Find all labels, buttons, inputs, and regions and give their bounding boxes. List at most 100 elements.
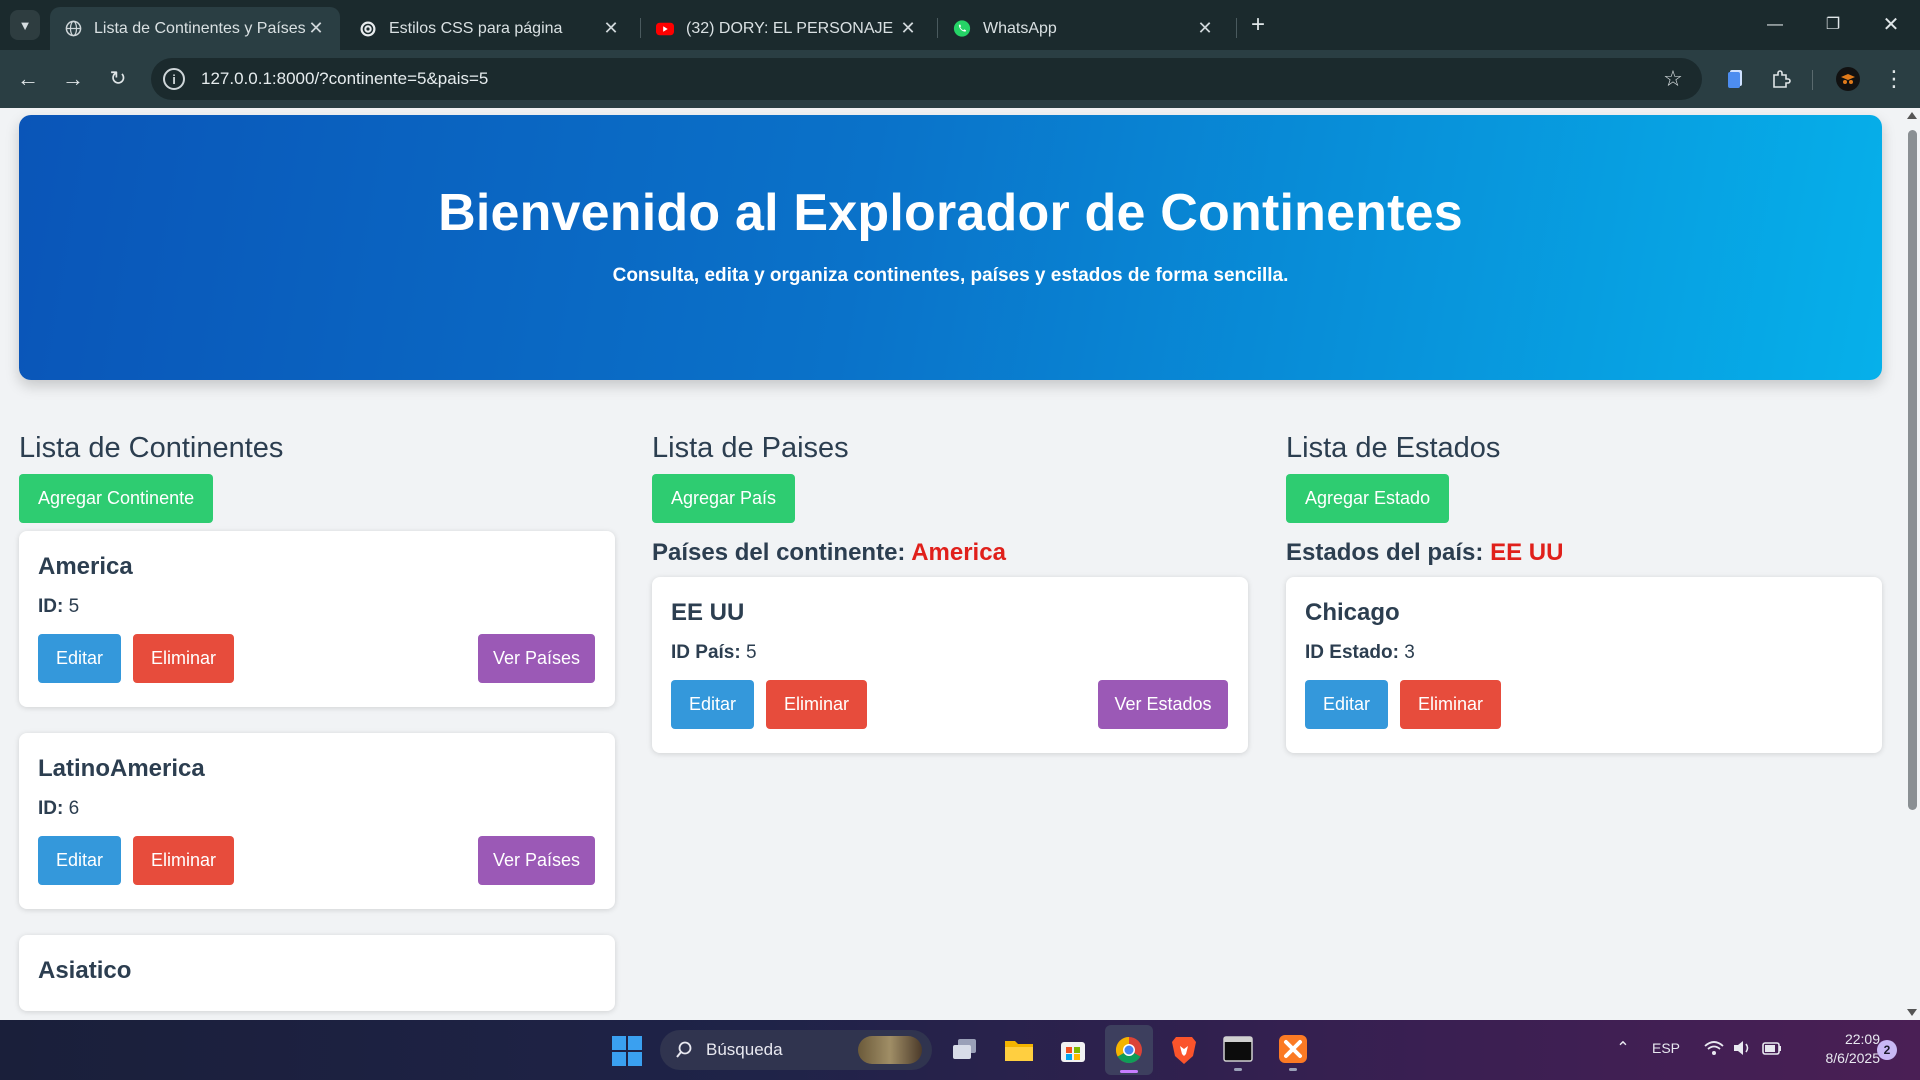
- active-app-indicator: [1120, 1070, 1138, 1073]
- delete-button[interactable]: Eliminar: [133, 836, 234, 885]
- page-scrollbar[interactable]: [1904, 108, 1920, 1020]
- back-arrow-icon[interactable]: ←: [13, 64, 43, 94]
- task-view-icon[interactable]: [950, 1036, 980, 1064]
- close-tab-icon[interactable]: ✕: [306, 18, 326, 39]
- app-indicator: [1289, 1068, 1297, 1071]
- brave-icon[interactable]: [1170, 1034, 1198, 1066]
- continents-column: Lista de Continentes Agregar Continente …: [19, 428, 615, 1011]
- extension-notes-icon[interactable]: [1722, 65, 1750, 93]
- view-countries-button[interactable]: Ver Países: [478, 836, 595, 885]
- search-highlight-image: [858, 1036, 922, 1064]
- start-square: [628, 1036, 642, 1050]
- tab-title: (32) DORY: EL PERSONAJE más: [686, 19, 898, 37]
- microsoft-store-icon[interactable]: [1058, 1035, 1088, 1065]
- restore-icon[interactable]: ❐: [1818, 12, 1848, 38]
- toolbar-divider: [1812, 70, 1813, 90]
- taskbar-search-box[interactable]: Búsqueda: [660, 1030, 932, 1070]
- bookmark-star-icon[interactable]: ☆: [1656, 66, 1690, 92]
- scroll-thumb[interactable]: [1908, 130, 1917, 810]
- search-icon: [674, 1040, 694, 1060]
- edit-button[interactable]: Editar: [671, 680, 754, 729]
- tray-chevron-up-icon[interactable]: ⌃: [1612, 1038, 1634, 1060]
- id-label: ID:: [38, 596, 64, 617]
- tab-separator: [640, 18, 641, 38]
- id-label: ID:: [38, 798, 64, 819]
- globe-icon: [64, 20, 82, 38]
- address-bar[interactable]: i 127.0.0.1:8000/?continente=5&pais=5 ☆: [151, 58, 1702, 100]
- card-actions: Editar Eliminar Ver Países: [38, 836, 596, 885]
- tab-title: WhatsApp: [983, 19, 1057, 37]
- openai-icon: [359, 20, 377, 38]
- continent-card: Asiatico: [19, 935, 615, 1011]
- close-tab-icon[interactable]: ✕: [898, 18, 918, 39]
- wifi-icon[interactable]: [1703, 1038, 1725, 1058]
- start-square: [628, 1052, 642, 1066]
- continent-card: LatinoAmerica ID: 6 Editar Eliminar Ver …: [19, 733, 615, 909]
- whatsapp-icon: [953, 20, 971, 38]
- language-indicator[interactable]: ESP: [1652, 1040, 1680, 1056]
- states-subhead: Estados del país: EE UU: [1286, 534, 1882, 572]
- delete-button[interactable]: Eliminar: [766, 680, 867, 729]
- terminal-icon[interactable]: [1223, 1036, 1253, 1071]
- edit-button[interactable]: Editar: [1305, 680, 1388, 729]
- hero-banner: Bienvenido al Explorador de Continentes …: [19, 115, 1882, 380]
- reload-icon[interactable]: ↻: [103, 64, 133, 94]
- start-square: [612, 1052, 626, 1066]
- tab-search-chevron-icon[interactable]: ▼: [10, 10, 40, 40]
- browser-toolbar: ← → ↻ i 127.0.0.1:8000/?continente=5&pai…: [0, 50, 1920, 108]
- taskbar: Búsqueda ⌃ ESP 22:09 8/6/2025 2: [0, 1020, 1920, 1080]
- forward-arrow-icon[interactable]: →: [58, 64, 88, 94]
- scroll-down-arrow-icon[interactable]: [1907, 1009, 1917, 1016]
- state-card: Chicago ID Estado: 3 Editar Eliminar: [1286, 577, 1882, 753]
- tab-continentes[interactable]: Lista de Continentes y Países ✕: [50, 7, 340, 50]
- view-states-button[interactable]: Ver Estados: [1098, 680, 1228, 729]
- clock-time: 22:09: [1844, 1031, 1880, 1047]
- new-tab-plus-icon[interactable]: +: [1244, 12, 1272, 40]
- tab-youtube[interactable]: (32) DORY: EL PERSONAJE más ✕: [642, 7, 932, 50]
- close-tab-icon[interactable]: ✕: [1195, 18, 1215, 39]
- card-actions: Editar Eliminar Ver Países: [38, 634, 596, 683]
- file-explorer-icon[interactable]: [1003, 1035, 1035, 1065]
- tab-whatsapp[interactable]: WhatsApp ✕: [939, 7, 1229, 50]
- countries-column: Lista de Paises Agregar País Países del …: [652, 428, 1248, 753]
- browser-menu-icon[interactable]: ⋮: [1880, 65, 1908, 93]
- country-name: EE UU: [671, 599, 745, 626]
- add-continent-button[interactable]: Agregar Continente: [19, 474, 214, 523]
- id-label: ID Estado:: [1305, 642, 1399, 663]
- subhead-label: Estados del país:: [1286, 539, 1484, 566]
- tab-title: Lista de Continentes y Países: [94, 19, 306, 37]
- id-value: 5: [745, 642, 757, 663]
- countries-subhead: Países del continente: America: [652, 534, 1248, 572]
- windows-start-icon[interactable]: [612, 1036, 642, 1066]
- view-countries-button[interactable]: Ver Países: [478, 634, 595, 683]
- xampp-icon[interactable]: [1278, 1034, 1308, 1071]
- country-id: ID País: 5: [671, 639, 1229, 667]
- start-square: [612, 1036, 626, 1050]
- clock[interactable]: 22:09 8/6/2025: [1800, 1030, 1881, 1068]
- chrome-taskbar-button[interactable]: [1105, 1025, 1153, 1075]
- add-state-button[interactable]: Agregar Estado: [1286, 474, 1450, 523]
- clock-date: 8/6/2025: [1825, 1050, 1881, 1066]
- volume-icon[interactable]: [1732, 1038, 1754, 1058]
- notification-badge[interactable]: 2: [1877, 1040, 1897, 1060]
- continent-name: Asiatico: [38, 957, 132, 984]
- scroll-up-arrow-icon[interactable]: [1907, 112, 1917, 119]
- states-column: Lista de Estados Agregar Estado Estados …: [1286, 428, 1882, 753]
- search-placeholder: Búsqueda: [706, 1040, 783, 1059]
- add-country-button[interactable]: Agregar País: [652, 474, 796, 523]
- profile-avatar[interactable]: [1834, 65, 1862, 93]
- close-window-icon[interactable]: ✕: [1876, 12, 1906, 38]
- extensions-puzzle-icon[interactable]: [1767, 65, 1795, 93]
- continent-name: LatinoAmerica: [38, 755, 205, 782]
- minimize-icon[interactable]: —: [1760, 12, 1790, 38]
- address-url[interactable]: 127.0.0.1:8000/?continente=5&pais=5: [201, 69, 1656, 89]
- edit-button[interactable]: Editar: [38, 634, 121, 683]
- tab-separator: [1236, 18, 1237, 38]
- close-tab-icon[interactable]: ✕: [601, 18, 621, 39]
- battery-icon[interactable]: [1761, 1038, 1783, 1058]
- tab-estilos-css[interactable]: Estilos CSS para página ✕: [345, 7, 635, 50]
- delete-button[interactable]: Eliminar: [1400, 680, 1501, 729]
- site-info-icon[interactable]: i: [163, 68, 185, 90]
- edit-button[interactable]: Editar: [38, 836, 121, 885]
- delete-button[interactable]: Eliminar: [133, 634, 234, 683]
